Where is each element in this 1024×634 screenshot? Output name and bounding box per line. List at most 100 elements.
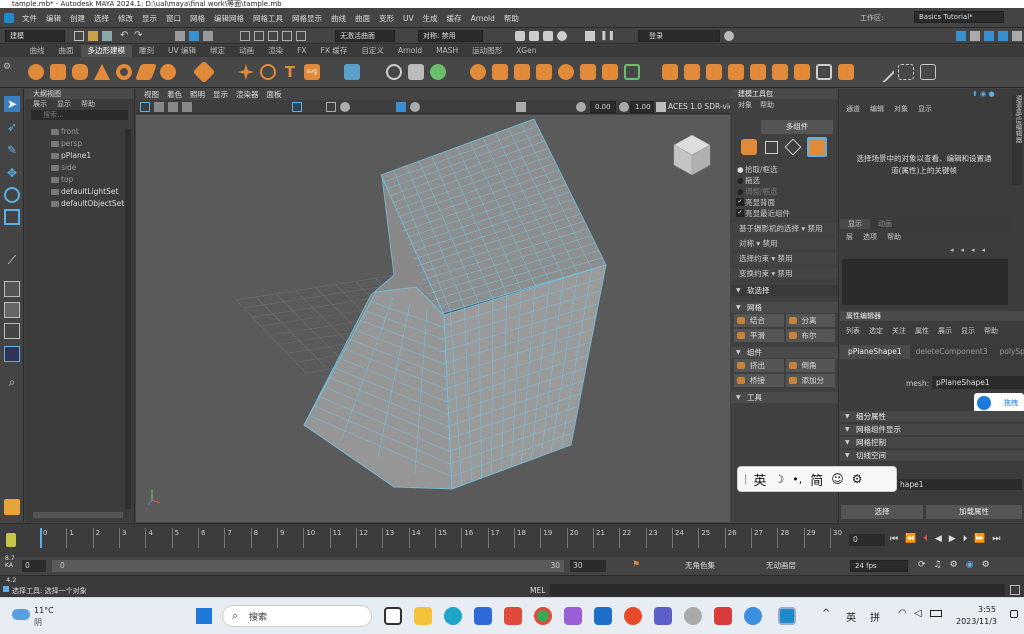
shelf-tab[interactable]: 雕刻 <box>132 45 161 57</box>
image-plane-icon[interactable] <box>182 102 192 112</box>
outliner-item[interactable]: side <box>25 162 134 174</box>
select-camera-icon[interactable] <box>140 102 150 112</box>
combine-icon[interactable] <box>470 64 486 80</box>
viewport-menu-renderer[interactable]: 渲染器 <box>236 89 259 100</box>
poly-plane-icon[interactable] <box>135 64 157 80</box>
checkbox-nearest[interactable]: ✓ 亮显最近组件 <box>731 208 838 219</box>
ae-tab-shape[interactable]: pPlaneShape1 <box>840 345 910 359</box>
perspective-viewport[interactable] <box>136 115 730 522</box>
outliner-menu-help[interactable]: 帮助 <box>81 99 95 109</box>
sound-icon[interactable]: ♫ <box>934 560 942 570</box>
scatter-icon[interactable] <box>430 64 446 80</box>
snap-grid-icon[interactable] <box>240 31 250 41</box>
grid-toggle-icon[interactable] <box>292 102 302 112</box>
toolkit-menu-help[interactable]: 帮助 <box>760 100 774 110</box>
layer-menu-options[interactable]: 选项 <box>863 232 877 242</box>
ime-emoji-icon[interactable]: ☺ <box>831 472 844 486</box>
outliner-scrollbar[interactable] <box>125 129 131 509</box>
character-set-select[interactable]: 无角色集 <box>685 560 743 572</box>
render-settings-icon[interactable] <box>543 31 553 41</box>
range-start-field[interactable]: 0 <box>22 560 46 572</box>
tray-ime-mode[interactable]: 拼 <box>870 609 880 624</box>
isolate-select-icon[interactable] <box>516 102 526 112</box>
save-scene-icon[interactable] <box>102 31 112 41</box>
outliner-menu-display[interactable]: 展示 <box>33 99 47 109</box>
channel-menu-edit[interactable]: 编辑 <box>870 104 884 114</box>
edge-icon[interactable] <box>444 607 462 625</box>
fps-select[interactable]: 24 fps <box>850 560 908 572</box>
mel-input[interactable] <box>550 584 1005 596</box>
shelf-tab[interactable]: 自定义 <box>354 45 391 57</box>
combine-button[interactable]: 结合 <box>734 314 784 327</box>
ipr-render-icon[interactable] <box>529 31 539 41</box>
channel-menu-object[interactable]: 对象 <box>894 104 908 114</box>
tray-ime-lang[interactable]: 英 <box>846 609 856 624</box>
ae-menu-item[interactable]: 帮助 <box>984 326 998 336</box>
start-button-icon[interactable] <box>196 608 212 624</box>
super-shape-icon[interactable] <box>238 64 254 80</box>
toggle-channel-box-icon[interactable] <box>998 31 1008 41</box>
step-forward-frame-icon[interactable]: ⏵ <box>963 534 968 544</box>
color-management-icon[interactable] <box>656 102 666 112</box>
step-back-key-icon[interactable]: ⏪ <box>905 534 916 544</box>
tray-chevron-icon[interactable]: ^ <box>822 608 830 619</box>
remesh-icon[interactable] <box>602 64 618 80</box>
menu-item[interactable]: 网格工具 <box>253 13 283 24</box>
smooth-button[interactable]: 平滑 <box>734 329 784 342</box>
exposure-icon[interactable] <box>576 102 586 112</box>
taskbar-search-box[interactable]: ⌕ 搜索 <box>222 605 372 627</box>
bridge-button[interactable]: 桥接 <box>734 374 784 387</box>
workspace-select[interactable]: Basics Tutorial* <box>914 11 1004 23</box>
play-backward-icon[interactable]: ◀ <box>935 534 942 544</box>
separate-icon[interactable] <box>492 64 508 80</box>
boolean-icon[interactable] <box>536 64 552 80</box>
ime-punctuation-icon[interactable]: •, <box>792 473 802 486</box>
maya-taskbar-icon[interactable] <box>778 607 796 625</box>
select-tool-icon[interactable]: ➤ <box>4 96 20 112</box>
open-scene-icon[interactable] <box>88 31 98 41</box>
ae-menu-item[interactable]: 展示 <box>938 326 952 336</box>
target-weld-icon[interactable] <box>898 64 914 80</box>
toggle-layer-editor-icon[interactable] <box>1012 31 1022 41</box>
shelf-tab[interactable]: 曲面 <box>52 45 81 57</box>
four-view-icon[interactable] <box>4 302 20 318</box>
slide-edge-icon[interactable] <box>920 64 936 80</box>
ae-load-attributes-button[interactable]: 加载属性 <box>926 505 1022 519</box>
ae-tab-delete-component[interactable]: deleteComponent3 <box>910 345 994 359</box>
layer-new-empty-icon[interactable]: ◂ <box>971 246 982 254</box>
menu-item[interactable]: 文件 <box>22 13 37 24</box>
poly-cylinder-icon[interactable] <box>72 64 88 80</box>
bevel-icon[interactable] <box>706 64 722 80</box>
insert-edge-loop-icon[interactable] <box>816 64 832 80</box>
live-surface-field[interactable]: 无激活曲面 <box>335 30 395 42</box>
menu-set-select[interactable]: 建模 <box>5 30 65 42</box>
preferences-icon[interactable]: ⚙ <box>950 560 958 570</box>
section-subdivision[interactable]: 细分属性 <box>840 411 1024 422</box>
section-component-display[interactable]: 网格组件显示 <box>840 424 1024 435</box>
ime-simplified-toggle[interactable]: 简 <box>810 470 823 489</box>
outliner-item[interactable]: defaultObjectSet <box>25 198 134 210</box>
wifi-icon[interactable]: ◠ <box>898 608 907 619</box>
menu-item[interactable]: 创建 <box>70 13 85 24</box>
arnold-render-icon[interactable] <box>585 31 595 41</box>
svg-tool-icon[interactable]: svg <box>304 64 320 80</box>
arnold-pause-icon[interactable]: ❚❚ <box>600 31 615 41</box>
anim-layer-select[interactable]: 无动画层 <box>766 560 826 572</box>
render-icon[interactable] <box>515 31 525 41</box>
vertex-mode-icon[interactable] <box>765 141 778 154</box>
outliner-search-input[interactable]: 搜索... <box>31 110 128 120</box>
poly-cone-icon[interactable] <box>94 64 110 80</box>
make-hole-icon[interactable] <box>772 64 788 80</box>
toolkit-menu-object[interactable]: 对象 <box>738 100 752 110</box>
outliner-hscrollbar[interactable] <box>33 512 123 518</box>
checkbox-backface[interactable]: ✓ 亮显背面 <box>731 197 838 208</box>
bevel-button[interactable]: 倒角 <box>785 359 835 372</box>
teams-icon[interactable] <box>654 607 672 625</box>
gamma-icon[interactable] <box>619 102 629 112</box>
menu-item[interactable]: 曲面 <box>355 13 370 24</box>
symmetry-select[interactable]: 对称: 禁用 <box>418 30 483 42</box>
xray-icon[interactable] <box>410 102 420 112</box>
undo-icon[interactable]: ↶ <box>120 31 130 41</box>
radio-marquee[interactable]: ● 拾取/框选 <box>731 164 838 175</box>
bridge-icon[interactable] <box>684 64 700 80</box>
